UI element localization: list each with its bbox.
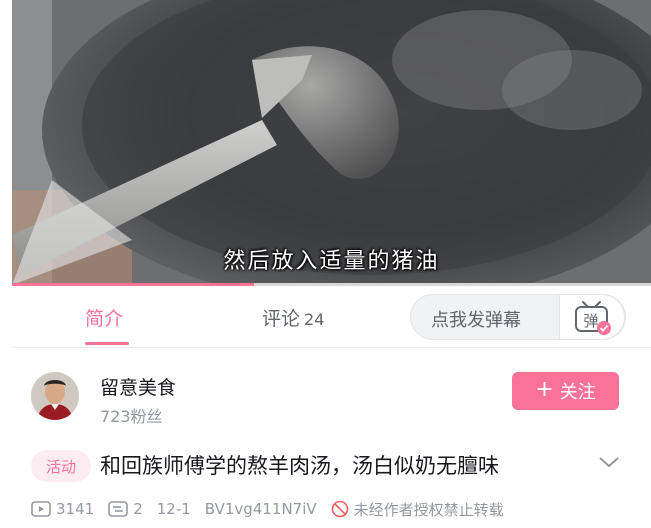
follow-label: 关注 (559, 382, 596, 403)
video-title: 和回族师傅学的熬羊肉汤，汤白似奶无膻味 (100, 454, 499, 478)
reprint-notice-text: 未经作者授权禁止转载 (353, 500, 504, 519)
activity-tag[interactable]: 活动 (31, 450, 91, 482)
play-count: 3141 (31, 500, 94, 518)
avatar[interactable] (31, 372, 79, 420)
danmaku-toggle-button[interactable]: 弹 (559, 294, 625, 340)
uploader-fans: 723粉丝 (100, 407, 163, 426)
forbidden-icon (331, 500, 348, 518)
bvid: BV1vg411N7iV (204, 500, 317, 518)
active-tab-indicator (85, 342, 129, 345)
tab-intro[interactable]: 简介 (85, 304, 123, 331)
reprint-notice: 未经作者授权禁止转载 (331, 499, 504, 520)
danmaku-icon: 弹 (575, 301, 611, 335)
uploader-name[interactable]: 留意美食 (100, 373, 176, 400)
danmaku-icon-text: 弹 (583, 312, 598, 330)
tab-bar: 简介 评论 24 点我发弹幕 弹 (12, 286, 651, 348)
video-stats: 3141 2 12-1 BV1vg411N7iV 未经作者授权禁止转载 (31, 497, 504, 521)
avatar-image (31, 372, 79, 420)
danmaku-count-value: 2 (133, 500, 143, 518)
play-icon (31, 501, 51, 517)
tab-comments-label: 评论 (262, 308, 301, 330)
plus-icon: + (535, 377, 554, 402)
danmaku-count: 2 (108, 500, 143, 518)
danmaku-input-pill: 点我发弹幕 弹 (410, 294, 626, 340)
danmaku-count-icon (108, 501, 128, 517)
chevron-down-icon[interactable] (598, 455, 620, 469)
tab-intro-label: 简介 (85, 308, 124, 330)
tab-comments[interactable]: 评论 24 (262, 304, 324, 331)
danmaku-input[interactable]: 点我发弹幕 (431, 306, 521, 332)
video-player[interactable]: 然后放入适量的猪油 (12, 0, 651, 285)
follow-button[interactable]: + 关注 (512, 372, 619, 410)
publish-date: 12-1 (156, 500, 191, 518)
tab-comments-count: 24 (304, 310, 325, 329)
video-subtitle: 然后放入适量的猪油 (223, 249, 440, 274)
play-count-value: 3141 (56, 500, 95, 518)
